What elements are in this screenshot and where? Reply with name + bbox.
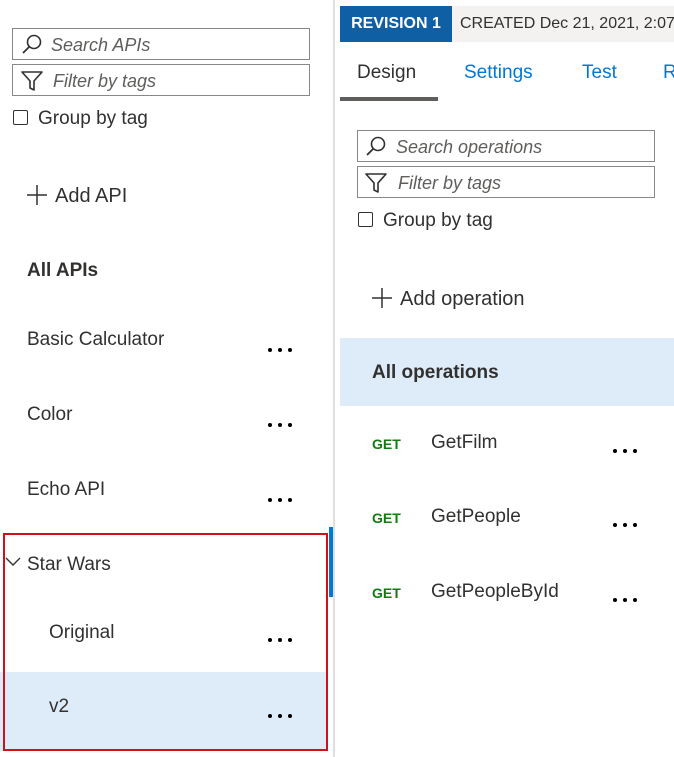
group-by-tag-label: Group by tag [38, 108, 148, 129]
tab-revisions[interactable]: R [663, 62, 674, 84]
api-version-label: Original [49, 622, 115, 643]
operation-name: GetPeople [431, 506, 521, 527]
created-timestamp: CREATED Dec 21, 2021, 2:07:2 [452, 6, 674, 42]
operation-row[interactable]: GET GetPeopleById [340, 555, 674, 629]
search-operations-input[interactable]: Search operations [357, 130, 655, 162]
chevron-down-icon [5, 557, 21, 566]
search-operations-placeholder: Search operations [396, 137, 543, 157]
tab-design[interactable]: Design [357, 62, 416, 84]
more-icon[interactable] [268, 348, 296, 356]
all-operations-label: All operations [372, 362, 499, 383]
filter-icon [365, 173, 387, 193]
operation-row[interactable]: GET GetFilm [340, 406, 674, 480]
more-icon[interactable] [268, 498, 296, 506]
filter-tags-placeholder: Filter by tags [53, 71, 157, 91]
active-tab-indicator [340, 97, 438, 101]
plus-icon [372, 288, 392, 308]
api-list-pane: Search APIs Filter by tags Group by tag … [0, 0, 334, 757]
api-item-label: Echo API [27, 479, 106, 500]
api-item-label: Basic Calculator [27, 329, 165, 350]
all-operations-item[interactable]: All operations [340, 338, 674, 406]
pane-divider [333, 0, 335, 757]
api-item-label: Star Wars [27, 554, 111, 575]
http-method-badge: GET [372, 510, 401, 526]
api-version-v2[interactable]: v2 [0, 672, 328, 751]
operations-pane: REVISION 1 CREATED Dec 21, 2021, 2:07:2 … [340, 0, 674, 757]
group-by-tag-label: Group by tag [383, 210, 493, 231]
all-apis-item[interactable]: All APIs [27, 260, 98, 282]
search-icon [366, 136, 386, 156]
api-item-echo-api[interactable]: Echo API [0, 454, 328, 528]
tab-settings[interactable]: Settings [464, 62, 533, 84]
more-icon[interactable] [613, 523, 641, 531]
api-item-basic-calculator[interactable]: Basic Calculator [0, 304, 328, 378]
api-item-star-wars[interactable]: Star Wars [0, 528, 328, 598]
add-operation-button[interactable]: Add operation [372, 288, 525, 311]
more-icon[interactable] [613, 449, 641, 457]
operation-name: GetPeopleById [431, 581, 559, 602]
filter-tags-input[interactable]: Filter by tags [12, 64, 310, 96]
api-item-label: Color [27, 404, 73, 425]
operation-row[interactable]: GET GetPeople [340, 480, 674, 554]
scrollbar-thumb[interactable] [329, 527, 333, 597]
add-api-label: Add API [55, 185, 128, 207]
operation-name: GetFilm [431, 432, 498, 453]
http-method-badge: GET [372, 585, 401, 601]
plus-icon [27, 185, 47, 205]
api-item-color[interactable]: Color [0, 379, 328, 453]
more-icon[interactable] [268, 423, 296, 431]
revision-badge[interactable]: REVISION 1 [340, 6, 452, 42]
http-method-badge: GET [372, 436, 401, 452]
search-apis-placeholder: Search APIs [51, 35, 151, 55]
filter-tags-placeholder: Filter by tags [398, 173, 502, 193]
add-operation-label: Add operation [400, 288, 525, 310]
tab-test[interactable]: Test [582, 62, 617, 84]
api-version-original[interactable]: Original [0, 598, 328, 672]
api-version-label: v2 [49, 696, 70, 717]
add-api-button[interactable]: Add API [27, 185, 127, 208]
filter-icon [21, 71, 43, 91]
group-by-tag-checkbox[interactable] [358, 212, 373, 227]
filter-tags-input[interactable]: Filter by tags [357, 166, 655, 198]
more-icon[interactable] [613, 598, 641, 606]
more-icon[interactable] [268, 638, 296, 646]
more-icon[interactable] [268, 714, 296, 722]
group-by-tag-checkbox[interactable] [13, 110, 28, 125]
search-icon [22, 34, 42, 54]
search-apis-input[interactable]: Search APIs [12, 28, 310, 60]
